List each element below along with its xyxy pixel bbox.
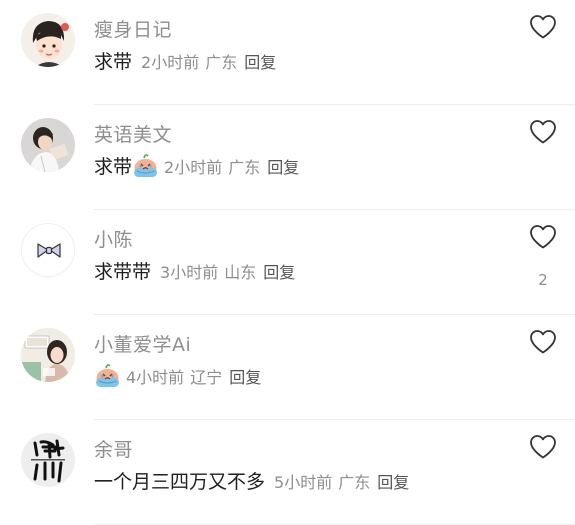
- comment-time: 5小时前: [274, 472, 333, 492]
- photo-girl-avatar-icon: [21, 328, 75, 382]
- avatar[interactable]: [21, 433, 75, 487]
- comment-location: 广东: [205, 52, 238, 72]
- comment-time: 2小时前: [164, 157, 223, 177]
- reply-button[interactable]: 回复: [263, 259, 295, 283]
- reading-girl-avatar-icon: [21, 118, 75, 172]
- crying-bean-emoji-icon: [94, 362, 121, 389]
- like-count: 2: [538, 271, 548, 289]
- comment-body: 求带带 3小时前 山东 回复: [94, 257, 295, 284]
- comment-time: 4小时前: [126, 367, 185, 387]
- comment-username[interactable]: 英语美文: [94, 120, 172, 147]
- comment-time: 3小时前: [160, 262, 219, 282]
- reply-button[interactable]: 回复: [267, 154, 299, 178]
- comment-item: 余哥 一个月三四万又不多 5小时前 广东 回复: [0, 420, 575, 525]
- heart-icon[interactable]: [529, 434, 557, 460]
- comment-body: 4小时前 辽宁 回复: [94, 362, 261, 389]
- comment-location: 广东: [338, 472, 371, 492]
- comment-text: 求带: [94, 51, 133, 73]
- bow-tie-avatar-icon: [22, 224, 74, 276]
- comment-username[interactable]: 小陈: [94, 225, 133, 252]
- avatar[interactable]: [21, 223, 75, 277]
- comment-username[interactable]: 瘦身日记: [94, 15, 172, 42]
- comment-body: 求带 2小时前 广东 回复: [94, 47, 276, 74]
- comment-location: 辽宁: [190, 367, 223, 387]
- comment-list: 瘦身日记 求带 2小时前 广东 回复 英语美文 求带 2小时前 广东 回复 小陈…: [0, 0, 575, 525]
- comment-location: 山东: [224, 262, 257, 282]
- heart-icon[interactable]: [529, 14, 557, 40]
- comment-text: 一个月三四万又不多: [94, 471, 266, 493]
- comment-location: 广东: [228, 157, 261, 177]
- comment-item: 英语美文 求带 2小时前 广东 回复: [0, 105, 575, 210]
- comment-item: 小董爱学Ai 4小时前 辽宁 回复: [0, 315, 575, 420]
- calligraphy-avatar-icon: [21, 433, 75, 487]
- heart-icon[interactable]: [529, 119, 557, 145]
- heart-icon[interactable]: [529, 224, 557, 250]
- comment-item: 瘦身日记 求带 2小时前 广东 回复: [0, 0, 575, 105]
- comment-time: 2小时前: [141, 52, 200, 72]
- avatar[interactable]: [21, 118, 75, 172]
- heart-icon[interactable]: [529, 329, 557, 355]
- comment-text: 求带带: [94, 261, 152, 283]
- reply-button[interactable]: 回复: [244, 49, 276, 73]
- reply-button[interactable]: 回复: [377, 469, 409, 493]
- comment-text: 求带: [94, 156, 133, 178]
- cartoon-girl-avatar-icon: [21, 13, 75, 67]
- comment-username[interactable]: 小董爱学Ai: [94, 330, 191, 357]
- comment-username[interactable]: 余哥: [94, 435, 133, 462]
- reply-button[interactable]: 回复: [229, 364, 261, 388]
- comment-body: 一个月三四万又不多 5小时前 广东 回复: [94, 467, 409, 494]
- comment-item: 小陈 求带带 3小时前 山东 回复 2: [0, 210, 575, 315]
- avatar[interactable]: [21, 328, 75, 382]
- crying-bean-emoji-icon: [132, 152, 159, 179]
- comment-body: 求带 2小时前 广东 回复: [94, 152, 299, 179]
- avatar[interactable]: [21, 13, 75, 67]
